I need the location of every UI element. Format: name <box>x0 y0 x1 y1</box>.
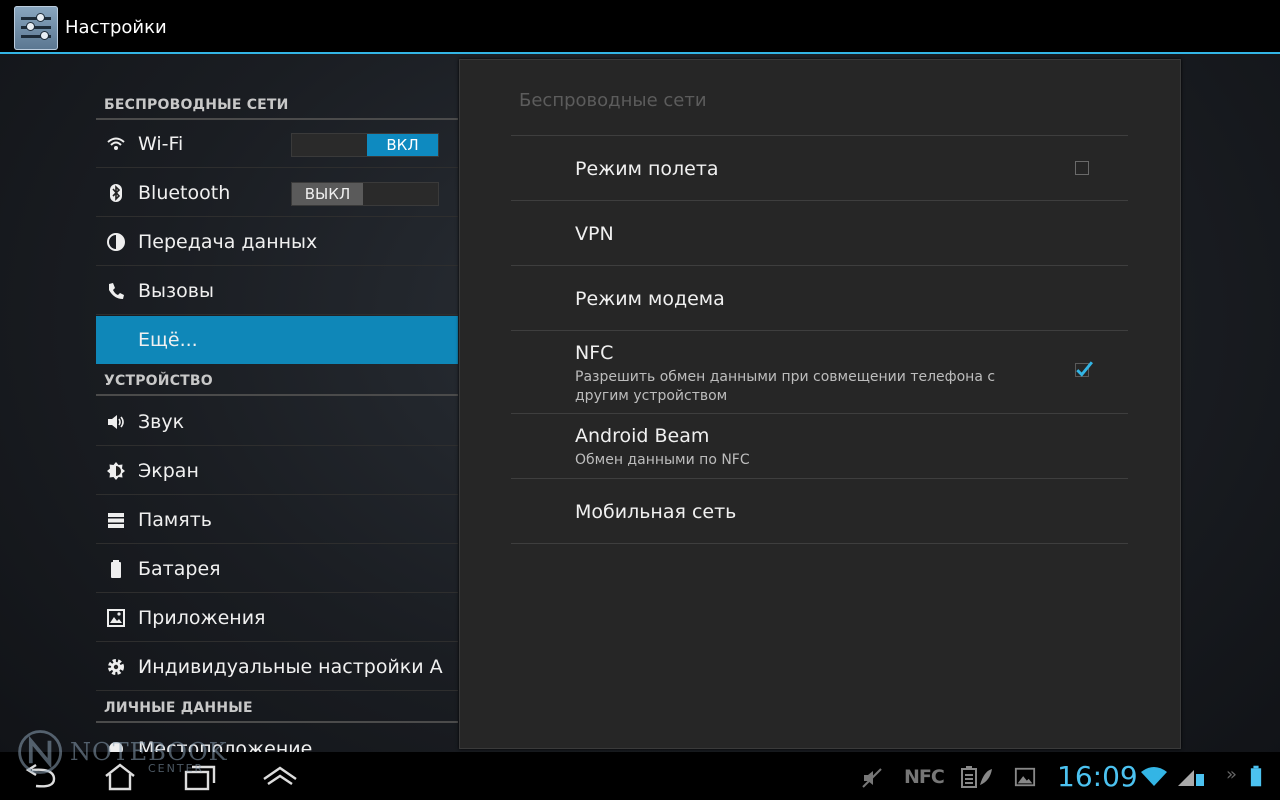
nfc-row[interactable]: NFC Разрешить обмен данными при совмещен… <box>511 330 1128 413</box>
signal-icon <box>1178 770 1204 786</box>
settings-sidebar: БЕСПРОВОДНЫЕ СЕТИ Wi-Fi ВКЛ Bluetooth ВЫ… <box>96 60 458 752</box>
apps-icon <box>107 609 125 627</box>
gear-icon <box>108 659 124 675</box>
data-usage-icon <box>107 233 125 251</box>
sidebar-item-label: Экран <box>138 460 199 482</box>
android-beam-row[interactable]: Android Beam Обмен данными по NFC <box>511 413 1128 478</box>
sidebar-item-battery[interactable]: Батарея <box>96 545 458 593</box>
sidebar-item-personalization[interactable]: Индивидуальные настройки А <box>96 643 458 691</box>
sidebar-item-label: Индивидуальные настройки А <box>138 656 443 678</box>
toggle-state: ВЫКЛ <box>292 183 363 205</box>
sidebar-item-calls[interactable]: Вызовы <box>96 267 458 315</box>
nfc-icon: NFC <box>904 766 945 788</box>
sidebar-item-label: Вызовы <box>138 280 214 302</box>
bluetooth-toggle[interactable]: ВЫКЛ <box>291 182 439 206</box>
speaker-icon <box>108 415 124 429</box>
sidebar-item-apps[interactable]: Приложения <box>96 594 458 642</box>
sidebar-item-label: Wi-Fi <box>138 133 184 155</box>
nfc-checkbox[interactable] <box>1075 361 1093 377</box>
clock[interactable]: 16:09 <box>1057 760 1138 793</box>
storage-icon <box>108 513 124 528</box>
wifi-toggle[interactable]: ВКЛ <box>291 133 439 157</box>
wifi-icon <box>107 137 125 150</box>
airplane-mode-row[interactable]: Режим полета <box>511 135 1128 200</box>
vpn-row[interactable]: VPN <box>511 200 1128 265</box>
expand-icon[interactable]: » <box>1226 764 1237 785</box>
sidebar-item-data-usage[interactable]: Передача данных <box>96 218 458 266</box>
section-header-personal: ЛИЧНЫЕ ДАННЫЕ <box>96 693 458 723</box>
image-icon <box>1014 767 1036 787</box>
brightness-icon <box>107 462 125 480</box>
menu-up-icon[interactable] <box>260 762 300 792</box>
sidebar-item-label: Батарея <box>138 558 221 580</box>
sidebar-item-storage[interactable]: Память <box>96 496 458 544</box>
action-bar: Настройки <box>0 0 1280 54</box>
mobile-network-row[interactable]: Мобильная сеть <box>511 478 1128 543</box>
mute-icon <box>862 768 882 788</box>
bluetooth-icon <box>110 184 122 202</box>
sidebar-item-bluetooth[interactable]: Bluetooth ВЫКЛ <box>96 169 458 217</box>
battery-icon <box>111 560 121 578</box>
sidebar-item-more[interactable]: Ещё... <box>96 316 458 364</box>
panel-title: Беспроводные сети <box>519 90 707 111</box>
row-title: NFC <box>575 342 614 364</box>
airplane-mode-checkbox[interactable] <box>1075 161 1089 175</box>
settings-app-icon[interactable] <box>14 6 58 50</box>
row-subtitle: Обмен данными по NFC <box>575 452 750 468</box>
divider <box>511 543 1128 544</box>
row-title: Режим модема <box>575 288 725 310</box>
battery-saver-icon <box>961 766 992 788</box>
phone-icon <box>109 283 124 299</box>
section-header-wireless: БЕСПРОВОДНЫЕ СЕТИ <box>96 90 458 120</box>
row-title: VPN <box>575 223 614 245</box>
sidebar-item-display[interactable]: Экран <box>96 447 458 495</box>
sidebar-item-label: Bluetooth <box>138 182 231 204</box>
row-title: Режим полета <box>575 158 719 180</box>
battery-icon <box>1250 765 1262 787</box>
row-subtitle: Разрешить обмен данными при совмещении т… <box>575 369 996 404</box>
detail-panel: Беспроводные сети Режим полета VPN Режим… <box>459 59 1181 749</box>
wifi-icon <box>1141 767 1167 786</box>
sidebar-item-label: Передача данных <box>138 231 318 253</box>
section-header-device: УСТРОЙСТВО <box>96 366 458 396</box>
checkmark-icon <box>1076 361 1093 377</box>
row-title: Мобильная сеть <box>575 501 737 523</box>
sidebar-item-wifi[interactable]: Wi-Fi ВКЛ <box>96 120 458 168</box>
tethering-row[interactable]: Режим модема <box>511 265 1128 330</box>
sidebar-item-label: Звук <box>138 411 185 433</box>
watermark-logo: NOTEBOOK CENTER <box>14 724 227 784</box>
sidebar-item-label: Память <box>138 509 212 531</box>
sidebar-item-label: Ещё... <box>138 329 198 351</box>
toggle-state: ВКЛ <box>367 134 438 156</box>
sidebar-item-label: Приложения <box>138 607 266 629</box>
app-title: Настройки <box>65 17 167 38</box>
row-title: Android Beam <box>575 425 710 447</box>
sidebar-item-sound[interactable]: Звук <box>96 398 458 446</box>
